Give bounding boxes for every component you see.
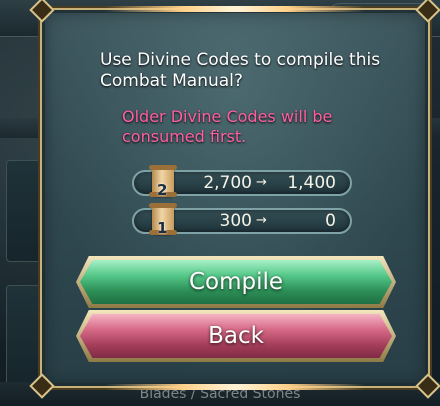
cost-from-value: 2,700 bbox=[203, 173, 252, 193]
compile-dialog: Use Divine Codes to compile this Combat … bbox=[29, 0, 440, 399]
dialog-bottom-ornament bbox=[105, 384, 365, 390]
dialog-message: Use Divine Codes to compile this Combat … bbox=[100, 50, 381, 91]
cost-to-value: 0 bbox=[325, 211, 336, 231]
divine-code-number: 1 bbox=[157, 219, 168, 237]
divine-code-number: 2 bbox=[157, 181, 168, 199]
divine-code-cost-row: 2 2,700 → 1,400 bbox=[132, 165, 352, 199]
compile-button[interactable]: Compile bbox=[80, 260, 392, 304]
cost-from-value: 300 bbox=[219, 211, 252, 231]
dialog-warning: Older Divine Codes will be consumed firs… bbox=[122, 107, 333, 146]
cost-to-value: 1,400 bbox=[287, 173, 336, 193]
dialog-top-ornament bbox=[105, 6, 365, 12]
divine-code-cost-row: 1 300 → 0 bbox=[132, 203, 352, 237]
back-button[interactable]: Back bbox=[80, 314, 392, 358]
